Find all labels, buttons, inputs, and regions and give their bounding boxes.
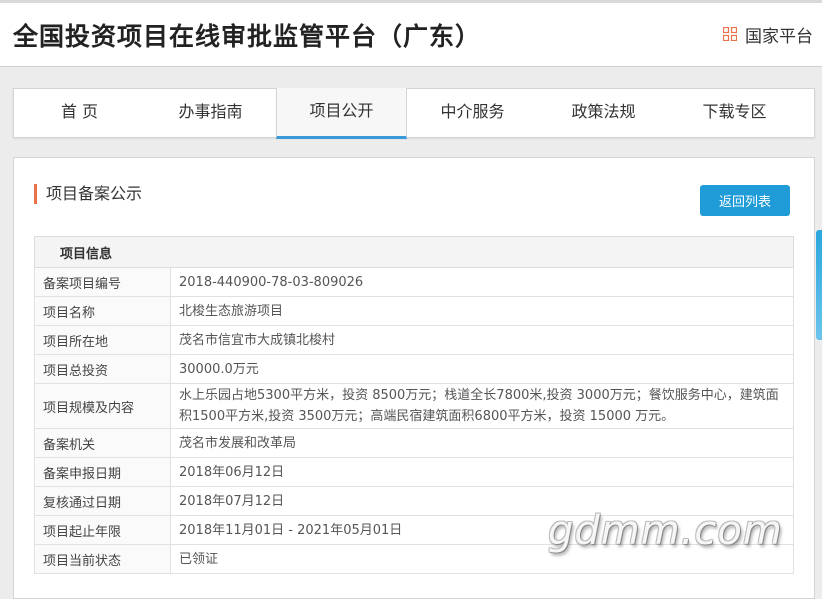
row-label: 备案机关 bbox=[34, 428, 171, 458]
table-row: 项目规模及内容 水上乐园占地5300平方米，投资 8500万元；栈道全长7800… bbox=[34, 383, 794, 429]
grid-icon bbox=[723, 27, 737, 41]
national-platform-link[interactable]: 国家平台 bbox=[723, 21, 813, 47]
back-to-list-button[interactable]: 返回列表 bbox=[700, 185, 790, 216]
site-title: 全国投资项目在线审批监管平台（广东） bbox=[13, 22, 482, 51]
row-value: 水上乐园占地5300平方米，投资 8500万元；栈道全长7800米,投资 300… bbox=[170, 383, 794, 429]
row-value: 茂名市信宜市大成镇北梭村 bbox=[170, 325, 794, 355]
row-label: 备案项目编号 bbox=[34, 267, 171, 297]
nav-project-public[interactable]: 项目公开 bbox=[276, 88, 407, 139]
row-value: 2018年06月12日 bbox=[170, 457, 794, 487]
watermark: gdmm.com bbox=[548, 508, 783, 554]
table-row: 项目名称 北梭生态旅游项目 bbox=[34, 296, 794, 326]
nav-intermediary[interactable]: 中介服务 bbox=[407, 89, 538, 137]
table-row: 备案机关 茂名市发展和改革局 bbox=[34, 428, 794, 458]
row-label: 项目规模及内容 bbox=[34, 383, 171, 429]
table-header: 项目信息 bbox=[34, 236, 794, 268]
row-label: 项目总投资 bbox=[34, 354, 171, 384]
row-value: 30000.0万元 bbox=[170, 354, 794, 384]
row-label: 项目名称 bbox=[34, 296, 171, 326]
side-scroll-tab[interactable] bbox=[816, 230, 822, 340]
nav-download[interactable]: 下载专区 bbox=[669, 89, 800, 137]
table-row: 项目总投资 30000.0万元 bbox=[34, 354, 794, 384]
row-label: 复核通过日期 bbox=[34, 486, 171, 516]
row-value: 2018-440900-78-03-809026 bbox=[170, 267, 794, 297]
row-value: 北梭生态旅游项目 bbox=[170, 296, 794, 326]
row-value: 茂名市发展和改革局 bbox=[170, 428, 794, 458]
section-title: 项目备案公示 bbox=[34, 184, 142, 204]
table-row: 备案项目编号 2018-440900-78-03-809026 bbox=[34, 267, 794, 297]
national-platform-label: 国家平台 bbox=[745, 26, 813, 47]
site-header: 全国投资项目在线审批监管平台（广东） 国家平台 bbox=[0, 3, 822, 67]
row-label: 项目起止年限 bbox=[34, 515, 171, 545]
table-header-row: 项目信息 bbox=[34, 236, 794, 268]
table-row: 备案申报日期 2018年06月12日 bbox=[34, 457, 794, 487]
main-nav: 首 页 办事指南 项目公开 中介服务 政策法规 下载专区 bbox=[13, 88, 815, 139]
row-label: 项目当前状态 bbox=[34, 544, 171, 574]
nav-home[interactable]: 首 页 bbox=[14, 89, 145, 137]
table-row: 项目所在地 茂名市信宜市大成镇北梭村 bbox=[34, 325, 794, 355]
row-label: 备案申报日期 bbox=[34, 457, 171, 487]
nav-guide[interactable]: 办事指南 bbox=[145, 89, 276, 137]
nav-policy[interactable]: 政策法规 bbox=[538, 89, 669, 137]
row-label: 项目所在地 bbox=[34, 325, 171, 355]
